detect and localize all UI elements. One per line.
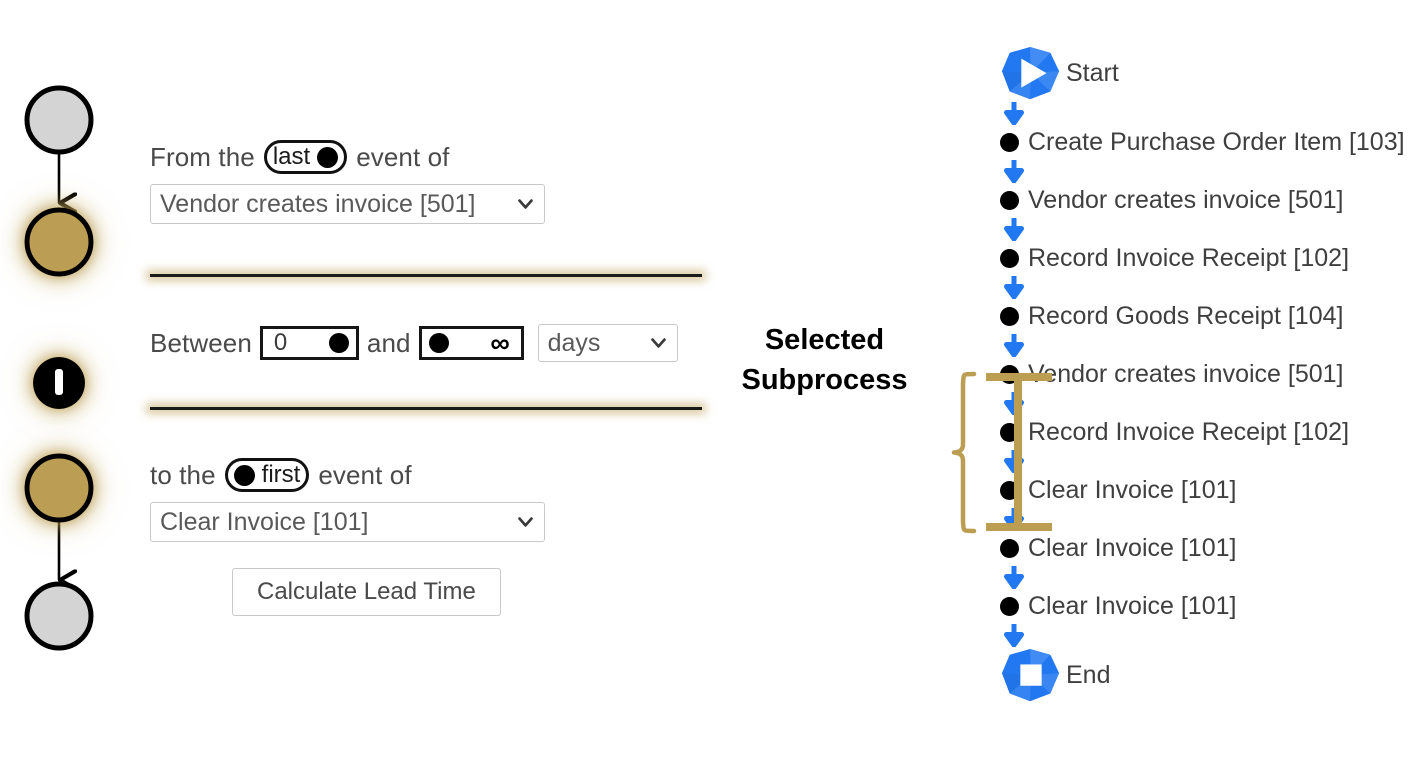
sequence-event-node-selected[interactable]: Clear Invoice [101] (1000, 473, 1416, 507)
event-bullet-icon (1000, 132, 1019, 152)
stepper-knob-icon (428, 333, 449, 353)
event-bullet-icon (1000, 596, 1019, 616)
event-label: Record Invoice Receipt [102] (1028, 417, 1350, 446)
from-row: From the last event of (150, 140, 720, 174)
event-bullet-icon (1000, 480, 1019, 500)
sequence-event-node[interactable]: Record Goods Receipt [104] (1000, 299, 1416, 333)
calculate-button-row: Calculate Lead Time (150, 568, 720, 616)
calculate-lead-time-button[interactable]: Calculate Lead Time (232, 568, 501, 616)
event-label: Clear Invoice [101] (1028, 533, 1237, 562)
max-duration-stepper[interactable]: ∞ (418, 326, 524, 360)
event-label: Vendor creates invoice [501] (1028, 359, 1344, 388)
from-suffix-label: event of (356, 141, 450, 172)
screen-root: From the last event of Vendor creates in… (0, 0, 1416, 778)
from-occurrence-toggle[interactable]: last (263, 140, 348, 174)
sequence-event-node[interactable]: Record Invoice Receipt [102] (1000, 241, 1416, 275)
caption-line-2: Subprocess (741, 364, 908, 397)
event-bullet-icon (1000, 248, 1019, 268)
sequence-event-node[interactable]: Clear Invoice [101] (1000, 531, 1416, 565)
event-label: Clear Invoice [101] (1028, 475, 1237, 504)
start-label: Start (1066, 58, 1119, 87)
lead-time-form: From the last event of Vendor creates in… (150, 140, 720, 720)
event-bullet-icon (1000, 538, 1019, 558)
petri-place-2 (24, 207, 94, 277)
from-prefix-label: From the (150, 141, 255, 172)
arrow-down-icon (1000, 449, 1416, 473)
from-event-select[interactable]: Vendor creates invoice [501] (150, 184, 545, 224)
min-duration-value: 0 (273, 329, 288, 356)
petri-net-model (0, 60, 140, 700)
petri-net-svg (24, 85, 94, 651)
to-event-value: Clear Invoice [101] (160, 507, 369, 536)
chevron-down-icon (517, 196, 534, 213)
from-event-value: Vendor creates invoice [501] (160, 189, 476, 218)
max-duration-value: ∞ (490, 327, 510, 358)
sequence-end-node[interactable]: End (1000, 647, 1416, 703)
end-label: End (1066, 660, 1111, 689)
sequence-event-node[interactable]: Vendor creates invoice [501] (1000, 183, 1416, 217)
chevron-down-icon (517, 514, 534, 531)
petri-place-4 (24, 581, 94, 651)
petri-place-1 (24, 85, 94, 155)
duration-unit-select[interactable]: days (537, 324, 678, 362)
divider-bottom (150, 407, 702, 410)
event-bullet-icon (1000, 364, 1019, 384)
toggle-knob-icon (317, 146, 339, 168)
between-label: Between (150, 327, 252, 358)
arrow-down-icon (1000, 333, 1416, 357)
arrow-down-icon (1000, 159, 1416, 183)
stepper-knob-icon (328, 333, 349, 353)
event-bullet-icon (1000, 422, 1019, 442)
sequence-event-node[interactable]: Clear Invoice [101] (1000, 589, 1416, 623)
to-row: to the first event of (150, 458, 720, 492)
sequence-event-node-selected[interactable]: Vendor creates invoice [501] (1000, 357, 1416, 391)
arrow-down-icon (1000, 391, 1416, 415)
to-prefix-label: to the (150, 459, 216, 490)
sequence-event-node[interactable]: Create Purchase Order Item [103] (1000, 125, 1416, 159)
arrow-down-icon (1000, 507, 1416, 531)
arrow-down-icon (1000, 101, 1416, 125)
event-bullet-icon (1000, 190, 1019, 210)
to-occurrence-toggle[interactable]: first (224, 458, 310, 492)
chevron-down-icon (650, 335, 667, 352)
duration-row: Between 0 and ∞ days (150, 324, 720, 362)
arrow-down-icon (1000, 623, 1416, 647)
divider-top (150, 274, 702, 277)
end-polygon-square-icon (1000, 647, 1062, 703)
event-label: Record Invoice Receipt [102] (1028, 243, 1350, 272)
event-bullet-icon (1000, 306, 1019, 326)
arrow-down-icon (1000, 565, 1416, 589)
event-label: Create Purchase Order Item [103] (1028, 127, 1405, 156)
to-suffix-label: event of (318, 459, 412, 490)
sequence-event-node-selected[interactable]: Record Invoice Receipt [102] (1000, 415, 1416, 449)
arrow-down-icon (1000, 275, 1416, 299)
arrow-down-icon (1000, 217, 1416, 241)
petri-transition-selected (33, 357, 85, 409)
duration-unit-value: days (547, 328, 601, 357)
start-polygon-play-icon (1000, 45, 1062, 101)
event-sequence: Start Create Purchase Order Item [103] V… (1000, 45, 1416, 765)
event-label: Record Goods Receipt [104] (1028, 301, 1344, 330)
toggle-knob-icon (233, 464, 255, 486)
min-duration-stepper[interactable]: 0 (259, 326, 359, 360)
from-toggle-label: last (272, 143, 311, 170)
event-label: Clear Invoice [101] (1028, 591, 1237, 620)
to-toggle-label: first (261, 461, 301, 488)
petri-place-3 (24, 453, 94, 523)
caption-line-1: Selected (764, 324, 885, 356)
sequence-start-node[interactable]: Start (1000, 45, 1416, 101)
event-label: Vendor creates invoice [501] (1028, 185, 1344, 214)
and-label: and (366, 327, 411, 358)
to-event-select[interactable]: Clear Invoice [101] (150, 502, 545, 542)
selected-subprocess-caption: Selected Subprocess (722, 320, 927, 400)
